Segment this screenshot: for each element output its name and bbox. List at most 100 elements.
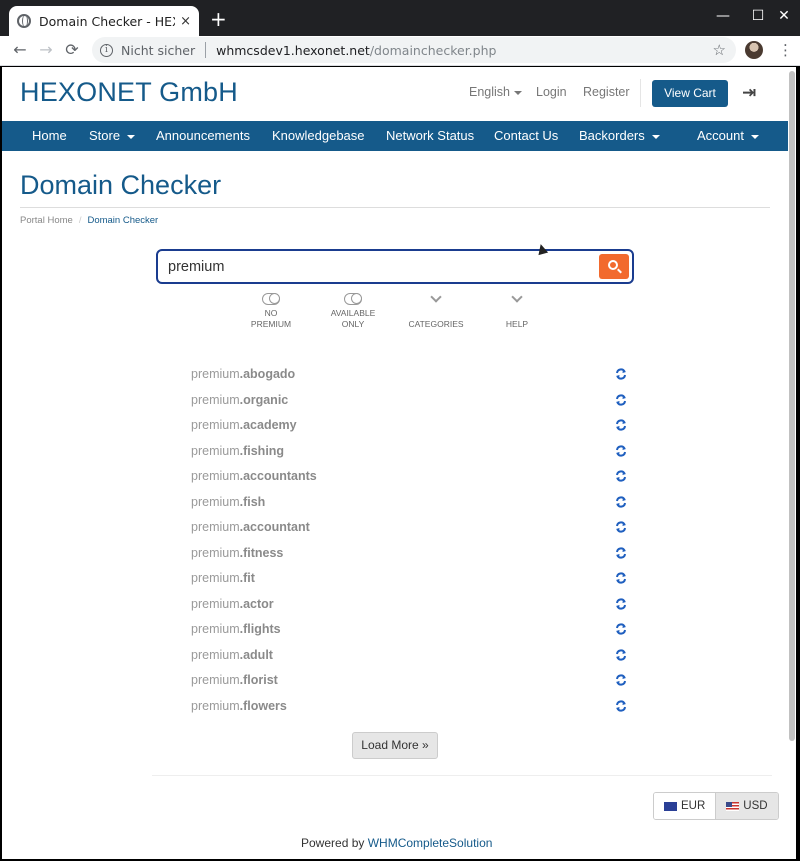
language-selector[interactable]: English [469,85,522,99]
search-icon [608,260,618,270]
address-bar[interactable]: i Nicht sicher whmcsdev1.hexonet.net/dom… [92,37,736,63]
info-icon[interactable]: i [100,43,113,57]
domain-name: premium [191,622,240,636]
domain-tld: .adult [239,647,273,662]
forward-button[interactable]: → [36,40,56,59]
nav-home[interactable]: Home [32,121,67,151]
caret-down-icon [750,134,759,139]
title-divider [20,207,770,208]
nav-account-label: Account [697,128,744,143]
nav-knowledgebase[interactable]: Knowledgebase [272,121,365,151]
nav-network-status-label: Network Status [386,128,475,143]
url-host: whmcsdev1.hexonet.net [216,42,370,58]
refresh-icon [616,521,626,533]
domain-tld: .organic [239,392,289,407]
nav-backorders[interactable]: Backorders [579,121,660,151]
login-link[interactable]: Login [536,85,567,99]
tab-close-icon[interactable]: × [180,14,191,29]
nav-announcements[interactable]: Announcements [156,121,250,151]
refresh-icon [616,368,626,380]
new-tab-button[interactable]: + [210,9,227,29]
no-premium-toggle[interactable]: NO PREMIUM [246,293,296,330]
close-window-button[interactable]: ✕ [774,8,794,24]
refresh-icon [616,444,626,457]
domain-results-list: premium.abogado premium.organic premium.ac… [191,367,627,724]
domain-tld: .accountants [239,469,317,483]
logout-icon[interactable]: ⇥ [742,83,756,103]
domain-result-row: premium.florist [191,673,627,699]
domain-search-box: premium [156,249,634,284]
register-link[interactable]: Register [583,85,630,99]
domain-result-row: premium.organic [191,393,627,419]
option-label: NO [264,308,278,318]
search-button[interactable] [599,254,629,279]
option-label: AVAILABLE [330,308,376,318]
domain-tld: .flights [239,622,281,636]
powered-by: Powered by WHMCompleteSolution [301,836,492,850]
domain-search-input[interactable]: premium [168,259,224,275]
refresh-icon [616,546,626,559]
domain-tld: .flowers [239,698,287,713]
breadcrumb-home[interactable]: Portal Home [20,215,73,226]
reload-button[interactable]: ⟳ [62,40,82,59]
header-divider [640,79,641,107]
refresh-icon [616,470,626,482]
domain-name: premium [191,367,240,381]
nav-contact-us[interactable]: Contact Us [494,121,558,151]
refresh-icon [616,572,626,584]
domain-tld: .fitness [239,545,284,560]
back-button[interactable]: ← [10,40,30,59]
domain-tld: .florist [239,673,278,687]
scrollbar-track[interactable] [788,67,796,859]
nav-network-status[interactable]: Network Status [386,121,474,151]
refresh-icon [616,623,626,635]
domain-result-row: premium.accountants [191,469,627,495]
domain-result-row: premium.abogado [191,367,627,393]
option-label: HELP [505,319,529,329]
nav-account[interactable]: Account [697,121,759,151]
footer-divider [152,775,772,776]
main-navbar: Home Store Announcements Knowledgebase N… [2,121,788,151]
view-cart-button[interactable]: View Cart [652,80,728,107]
domain-result-row: premium.fish [191,495,627,521]
refresh-icon [616,393,626,406]
domain-result-row: premium.flights [191,622,627,648]
domain-name: premium [191,647,240,662]
help-toggle[interactable]: HELP [497,291,537,330]
profile-avatar[interactable] [745,41,763,59]
page-title: Domain Checker [20,170,222,200]
domain-tld: .accountant [239,520,310,534]
browser-toolbar: ← → ⟳ i Nicht sicher whmcsdev1.hexonet.n… [0,36,800,66]
available-only-toggle[interactable]: AVAILABLE ONLY [325,293,381,330]
chevron-down-icon [430,291,442,303]
nav-knowledgebase-label: Knowledgebase [272,128,365,143]
omnibox-divider [205,42,207,58]
globe-icon [17,14,31,28]
caret-down-icon [127,134,136,139]
currency-usd-button[interactable]: USD [715,793,778,819]
browser-tab[interactable]: Domain Checker - HEXONET GmbH × [9,6,199,36]
currency-eur-button[interactable]: EUR [654,793,716,819]
refresh-icon [616,648,626,661]
option-label: PREMIUM [250,319,292,329]
load-more-button[interactable]: Load More » [352,732,438,759]
scrollbar-thumb[interactable] [789,71,795,741]
bookmark-star-icon[interactable]: ☆ [713,41,726,59]
whmcs-link[interactable]: WHMCompleteSolution [368,836,493,850]
web-page: HEXONET GmbH English Login Register View… [2,67,796,859]
nav-store[interactable]: Store [89,121,136,151]
caret-down-icon [651,134,660,139]
security-label: Nicht sicher [121,42,196,58]
browser-menu-icon[interactable]: ⋮ [778,41,793,59]
url-path: /domainchecker.php [369,42,497,58]
minimize-button[interactable]: — [713,8,733,24]
us-flag-icon [726,801,740,811]
refresh-icon [616,597,626,610]
categories-toggle[interactable]: CATEGORIES [404,291,468,330]
breadcrumb-current[interactable]: Domain Checker [87,215,158,226]
site-logo[interactable]: HEXONET GmbH [20,77,238,108]
nav-announcements-label: Announcements [156,128,250,143]
domain-name: premium [191,520,240,534]
domain-result-row: premium.flowers [191,699,627,725]
maximize-button[interactable]: ☐ [748,8,768,24]
